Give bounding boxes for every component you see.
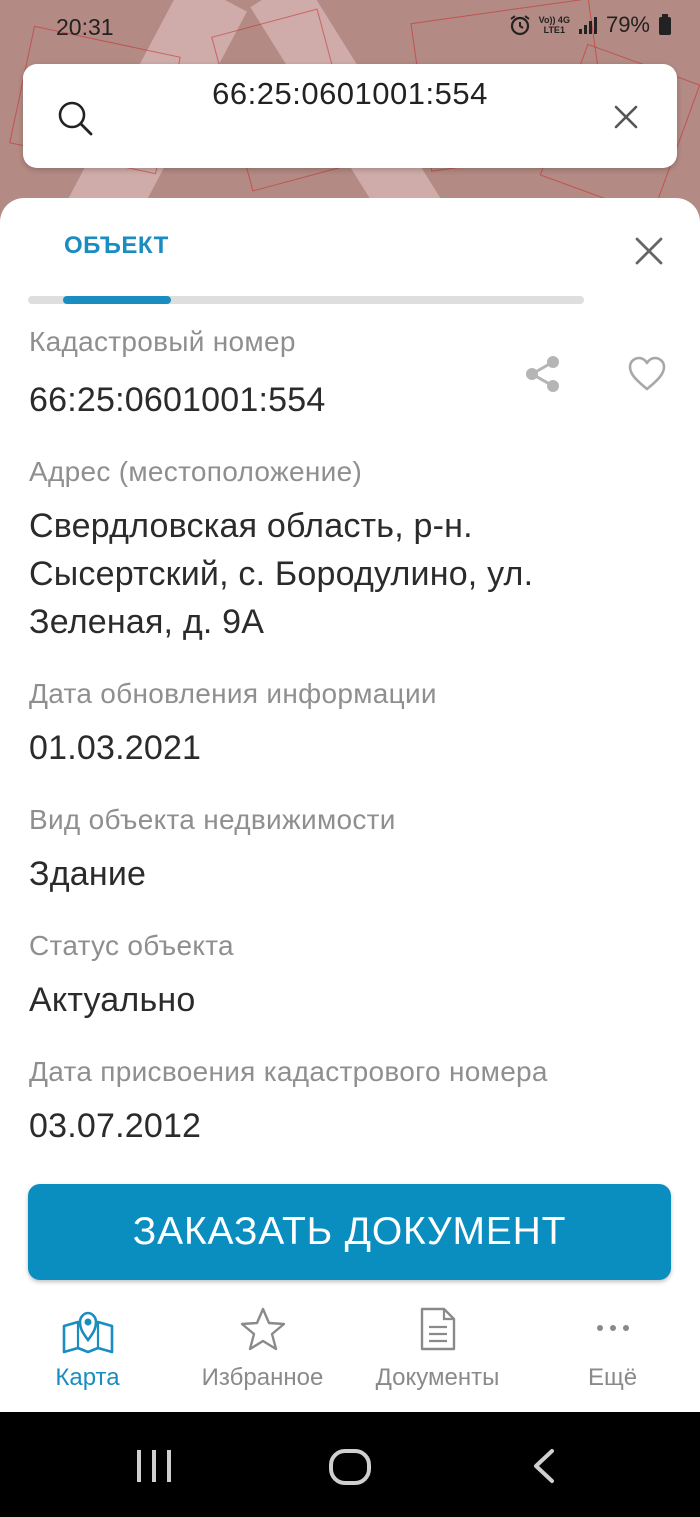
- document-icon: [420, 1307, 455, 1351]
- order-document-button[interactable]: ЗАКАЗАТЬ ДОКУМЕНТ: [28, 1184, 671, 1280]
- tab-object[interactable]: ОБЪЕКТ: [64, 232, 169, 260]
- star-icon: [240, 1307, 285, 1351]
- nav-label: Избранное: [201, 1364, 324, 1391]
- back-icon[interactable]: [530, 1448, 558, 1484]
- status-bar: 20:31 Vo)) 4G LTE1 79%: [0, 0, 700, 54]
- object-info-sheet: ОБЪЕКТ Кадастровый номер 66:25:0601001:5…: [0, 198, 700, 1412]
- nav-label: Документы: [375, 1364, 500, 1391]
- system-nav-bar: [0, 1412, 700, 1517]
- field-label: Дата обновления информации: [29, 678, 437, 709]
- alarm-icon: [510, 15, 530, 36]
- field-value: 03.07.2012: [29, 1107, 202, 1145]
- field-update-date: Дата обновления информации 01.03.2021: [29, 676, 669, 772]
- field-value: Свердловская область, р-н. Сысертский, с…: [29, 507, 534, 641]
- more-icon: [596, 1325, 629, 1331]
- battery-icon: [659, 14, 671, 35]
- field-value: Здание: [29, 855, 147, 893]
- object-fields[interactable]: Кадастровый номер 66:25:0601001:554 Адре…: [29, 324, 669, 1164]
- fields-fade: [0, 1146, 700, 1176]
- nav-item-favorites[interactable]: Избранное: [175, 1290, 350, 1412]
- search-bar[interactable]: 66:25:0601001:554: [23, 64, 677, 168]
- field-label: Вид объекта недвижимости: [29, 804, 396, 835]
- nav-label: Ещё: [587, 1364, 638, 1391]
- recent-apps-icon[interactable]: [134, 1448, 174, 1484]
- home-icon[interactable]: [328, 1448, 372, 1486]
- nav-label: Карта: [55, 1364, 120, 1391]
- search-input[interactable]: 66:25:0601001:554: [23, 76, 677, 112]
- field-address: Адрес (местоположение) Свердловская обла…: [29, 454, 669, 646]
- tab-indicator: [63, 296, 171, 304]
- field-value: 66:25:0601001:554: [29, 381, 326, 419]
- field-label: Кадастровый номер: [29, 326, 296, 357]
- status-icons: Vo)) 4G LTE1 79%: [509, 12, 672, 38]
- field-value: Актуально: [29, 981, 196, 1019]
- field-property-type: Вид объекта недвижимости Здание: [29, 802, 669, 898]
- volte-icon: Vo)) 4G LTE1: [538, 15, 570, 35]
- battery-percent: 79%: [605, 12, 650, 37]
- field-assignment-date: Дата присвоения кадастрового номера 03.0…: [29, 1054, 669, 1150]
- status-time: 20:31: [56, 14, 114, 40]
- field-cadastral-number: Кадастровый номер 66:25:0601001:554: [29, 324, 669, 424]
- signal-icon: [578, 17, 597, 34]
- field-label: Адрес (местоположение): [29, 456, 363, 487]
- map-icon: [62, 1311, 113, 1354]
- field-label: Статус объекта: [29, 930, 234, 961]
- close-icon[interactable]: [634, 236, 664, 266]
- field-value: 01.03.2021: [29, 729, 202, 767]
- nav-item-documents[interactable]: Документы: [350, 1290, 525, 1412]
- bottom-nav: Карта Избранное Документы Ещё: [0, 1290, 700, 1412]
- nav-item-more[interactable]: Ещё: [525, 1290, 700, 1412]
- field-label: Дата присвоения кадастрового номера: [29, 1056, 548, 1087]
- field-object-status: Статус объекта Актуально: [29, 928, 669, 1024]
- clear-search-icon[interactable]: [613, 104, 639, 130]
- nav-item-map[interactable]: Карта: [0, 1290, 175, 1412]
